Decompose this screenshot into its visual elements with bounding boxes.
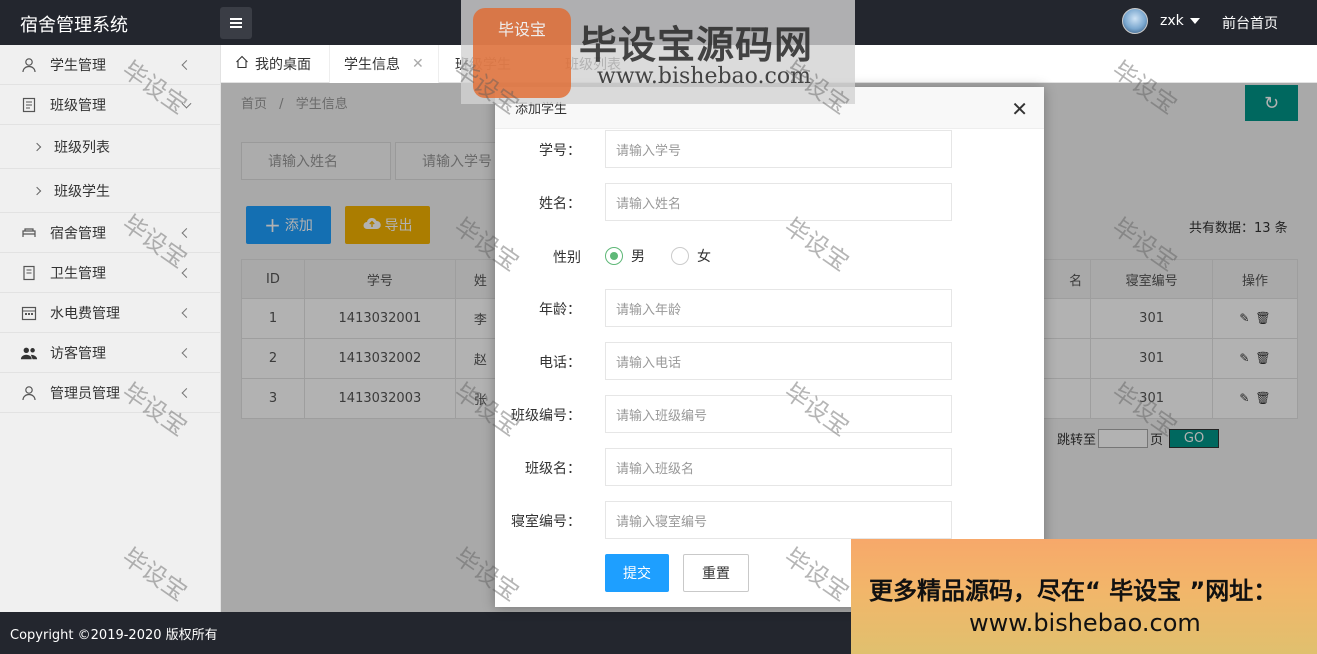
submit-button[interactable]: 提交 — [605, 554, 669, 592]
field-label: 班级名： — [525, 461, 581, 477]
field-label: 电话： — [539, 355, 581, 371]
sidebar-item-student-management[interactable]: 学生管理 — [0, 45, 220, 85]
chevron-left-icon — [181, 307, 192, 318]
sidebar-item-label: 学生管理 — [50, 57, 106, 74]
sidebar-item-label: 卫生管理 — [50, 265, 106, 282]
chevron-left-icon — [181, 347, 192, 358]
sidebar-item-class-management[interactable]: 班级管理 — [0, 85, 220, 125]
chevron-down-icon — [181, 98, 192, 109]
form-row-class-name: 班级名： 请输入班级名 — [495, 448, 1044, 486]
tab-bar: 我的桌面 学生信息 ✕ 班级学生 班级列表 — [221, 45, 1317, 83]
tab-label: 我的桌面 — [255, 57, 311, 73]
tab-label: 学生信息 — [344, 57, 400, 73]
tab-class-list[interactable]: 班级列表 — [551, 45, 635, 83]
class-name-input[interactable]: 请输入班级名 — [605, 448, 952, 486]
sidebar-item-class-students[interactable]: 班级学生 — [0, 169, 220, 213]
sidebar-item-dorm-management[interactable]: 宿舍管理 — [0, 213, 220, 253]
field-label: 姓名： — [539, 196, 581, 212]
gender-female-label[interactable]: 女 — [697, 246, 711, 266]
calendar-icon — [20, 304, 38, 322]
form-row-student-no: 学号： 请输入学号 — [495, 130, 1044, 168]
field-label: 班级编号： — [511, 408, 581, 424]
sidebar-item-class-list[interactable]: 班级列表 — [0, 125, 220, 169]
sidebar-item-hygiene-management[interactable]: 卫生管理 — [0, 253, 220, 293]
sidebar-item-utility-management[interactable]: 水电费管理 — [0, 293, 220, 333]
footer: Copyright ©2019-2020 版权所有 — [0, 612, 1317, 654]
reset-button[interactable]: 重置 — [683, 554, 749, 592]
form-row-room-no: 寝室编号： 请输入寝室编号 — [495, 501, 1044, 539]
sidebar: 学生管理 班级管理 班级列表 班级学生 宿舍管理 卫生管理 水电费管理 访客管理… — [0, 45, 221, 612]
users-icon — [20, 344, 38, 362]
user-icon — [20, 384, 38, 402]
field-label: 寝室编号： — [511, 514, 581, 530]
tab-student-info[interactable]: 学生信息 ✕ — [329, 45, 439, 83]
gender-male-label[interactable]: 男 — [631, 246, 645, 266]
add-student-dialog: 添加学生 ✕ 学号： 请输入学号 姓名： 请输入姓名 性别 男 女 年龄： 请输… — [495, 87, 1044, 607]
sidebar-item-label: 班级学生 — [54, 183, 110, 200]
gender-male-radio[interactable] — [605, 247, 623, 265]
clipboard-icon — [20, 264, 38, 282]
sidebar-item-label: 管理员管理 — [50, 385, 120, 402]
avatar — [1122, 8, 1148, 34]
form-row-age: 年龄： 请输入年龄 — [495, 289, 1044, 327]
top-header: 宿舍管理系统 zxk 前台首页 — [0, 0, 1317, 45]
menu-toggle-button[interactable] — [220, 7, 252, 39]
student-no-input[interactable]: 请输入学号 — [605, 130, 952, 168]
chevron-left-icon — [181, 267, 192, 278]
sidebar-item-label: 水电费管理 — [50, 305, 120, 322]
form-row-name: 姓名： 请输入姓名 — [495, 183, 1044, 221]
close-icon[interactable]: ✕ — [1011, 97, 1028, 121]
chevron-left-icon — [181, 59, 192, 70]
form-row-gender: 性别 男 女 — [495, 237, 1044, 275]
field-label: 学号： — [539, 143, 581, 159]
dialog-header: 添加学生 — [495, 87, 1044, 129]
phone-input[interactable]: 请输入电话 — [605, 342, 952, 380]
username: zxk — [1160, 13, 1184, 29]
bed-icon — [20, 224, 38, 242]
home-icon — [235, 55, 249, 73]
form-row-phone: 电话： 请输入电话 — [495, 342, 1044, 380]
field-label: 年龄： — [539, 302, 581, 318]
tab-my-desktop[interactable]: 我的桌面 — [221, 45, 325, 83]
document-icon — [20, 96, 38, 114]
user-menu[interactable]: zxk — [1122, 8, 1200, 34]
room-no-input[interactable]: 请输入寝室编号 — [605, 501, 952, 539]
field-label: 性别 — [553, 250, 581, 266]
name-input[interactable]: 请输入姓名 — [605, 183, 952, 221]
hamburger-icon — [230, 22, 242, 24]
age-input[interactable]: 请输入年龄 — [605, 289, 952, 327]
caret-down-icon — [1189, 18, 1200, 24]
gender-radio-group: 男 女 — [605, 246, 711, 266]
sidebar-item-label: 班级列表 — [54, 139, 110, 156]
user-icon — [20, 56, 38, 74]
copyright-text: Copyright ©2019-2020 版权所有 — [10, 627, 218, 643]
tab-label: 班级列表 — [565, 57, 621, 73]
sidebar-item-label: 访客管理 — [50, 345, 106, 362]
sidebar-item-visitor-management[interactable]: 访客管理 — [0, 333, 220, 373]
chevron-left-icon — [181, 387, 192, 398]
close-icon[interactable]: ✕ — [412, 56, 424, 72]
chevron-right-icon — [32, 142, 42, 151]
chevron-right-icon — [32, 186, 42, 195]
sidebar-item-label: 宿舍管理 — [50, 225, 106, 242]
chevron-left-icon — [181, 227, 192, 238]
tab-label: 班级学生 — [455, 57, 511, 73]
front-page-link[interactable]: 前台首页 — [1222, 13, 1278, 33]
form-row-class-no: 班级编号： 请输入班级编号 — [495, 395, 1044, 433]
class-no-input[interactable]: 请输入班级编号 — [605, 395, 952, 433]
app-title: 宿舍管理系统 — [20, 15, 128, 36]
sidebar-item-admin-management[interactable]: 管理员管理 — [0, 373, 220, 413]
tab-class-students[interactable]: 班级学生 — [441, 45, 525, 83]
dialog-title: 添加学生 — [515, 102, 568, 117]
sidebar-item-label: 班级管理 — [50, 97, 106, 114]
gender-female-radio[interactable] — [671, 247, 689, 265]
